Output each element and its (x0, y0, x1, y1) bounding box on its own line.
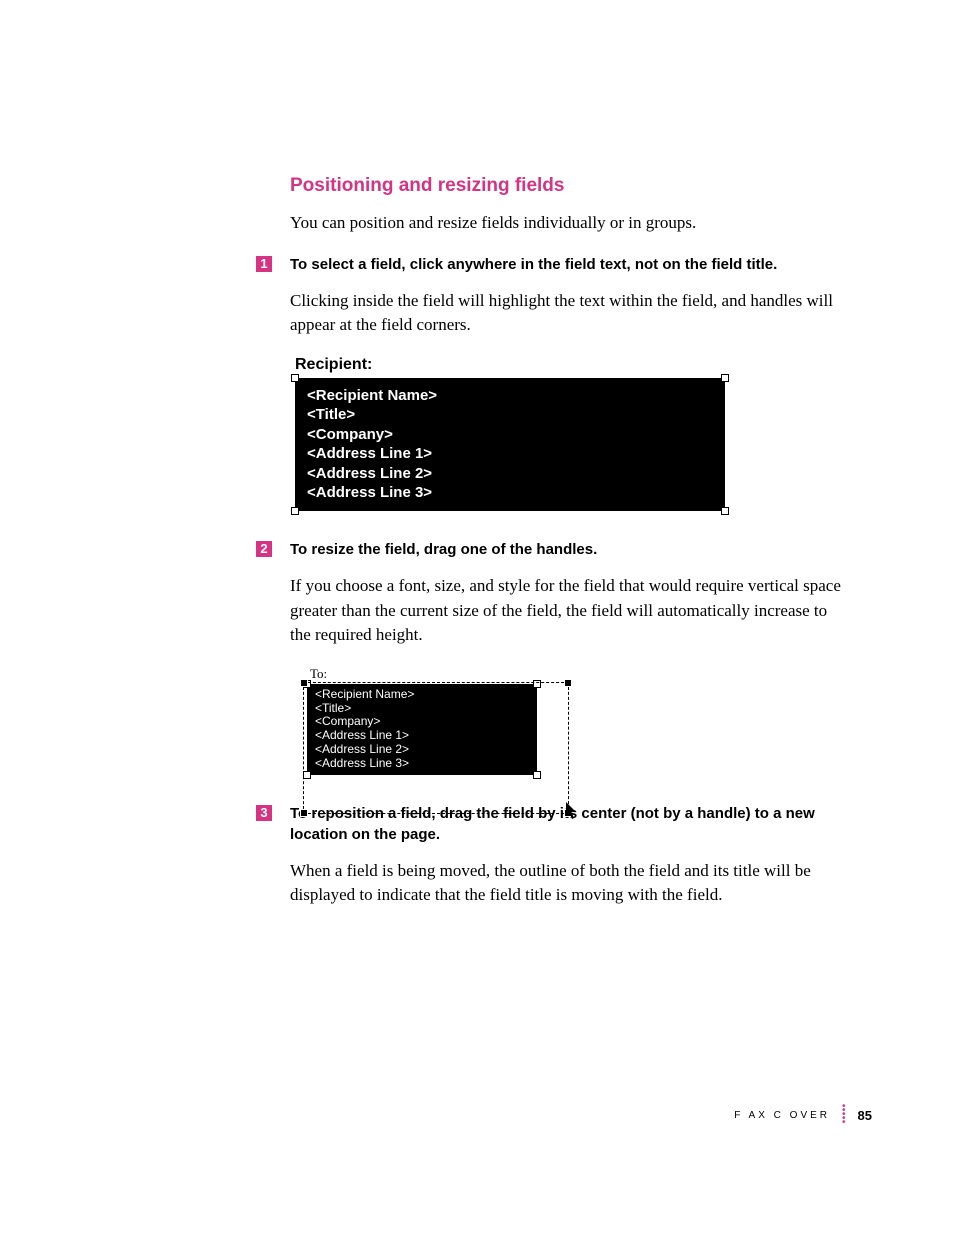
footer-page-number: 85 (858, 1108, 872, 1123)
page-footer: F AX C OVER ••••• 85 (734, 1105, 872, 1125)
step-3-body: When a field is being moved, the outline… (290, 859, 850, 908)
step-2: 2 To resize the field, drag one of the h… (90, 539, 864, 560)
resize-handle-icon (291, 374, 299, 382)
footer-section-name: F AX C OVER (734, 1110, 830, 1121)
figure1-label: Recipient: (295, 356, 864, 374)
field-placeholder-line: <Company> (307, 425, 713, 445)
step-number-badge: 2 (256, 541, 272, 557)
resize-handle-icon (300, 809, 308, 817)
step-instruction: To resize the field, drag one of the han… (290, 539, 850, 560)
pointer-cursor-icon (566, 802, 580, 825)
resize-handle-icon (291, 507, 299, 515)
field-placeholder-line: <Recipient Name> (307, 386, 713, 406)
footer-dots-icon: ••••• (842, 1105, 846, 1125)
section-heading: Positioning and resizing fields (290, 175, 864, 197)
field-placeholder-line: <Address Line 1> (307, 444, 713, 464)
resize-handle-icon (721, 507, 729, 515)
figure-recipient-selected: Recipient: <Recipient Name> <Title> <Com… (295, 356, 864, 511)
field-placeholder-line: <Address Line 3> (307, 483, 713, 503)
figure-resize-drag: To: <Recipient Name> <Title> <Company> <… (295, 666, 575, 775)
field-placeholder-line: <Address Line 2> (307, 464, 713, 484)
step-number-badge: 1 (256, 256, 272, 272)
step-instruction: To select a field, click anywhere in the… (290, 254, 850, 275)
resize-handle-icon (721, 374, 729, 382)
step-number-badge: 3 (256, 805, 272, 821)
step-1: 1 To select a field, click anywhere in t… (90, 254, 864, 275)
resize-outline-dashed (303, 682, 569, 814)
figure1-field-box: <Recipient Name> <Title> <Company> <Addr… (295, 378, 725, 511)
step-2-body: If you choose a font, size, and style fo… (290, 574, 850, 648)
step-1-body: Clicking inside the field will highlight… (290, 289, 850, 338)
intro-paragraph: You can position and resize fields indiv… (290, 211, 850, 236)
resize-handle-icon (300, 679, 308, 687)
resize-handle-icon (564, 679, 572, 687)
field-placeholder-line: <Title> (307, 405, 713, 425)
